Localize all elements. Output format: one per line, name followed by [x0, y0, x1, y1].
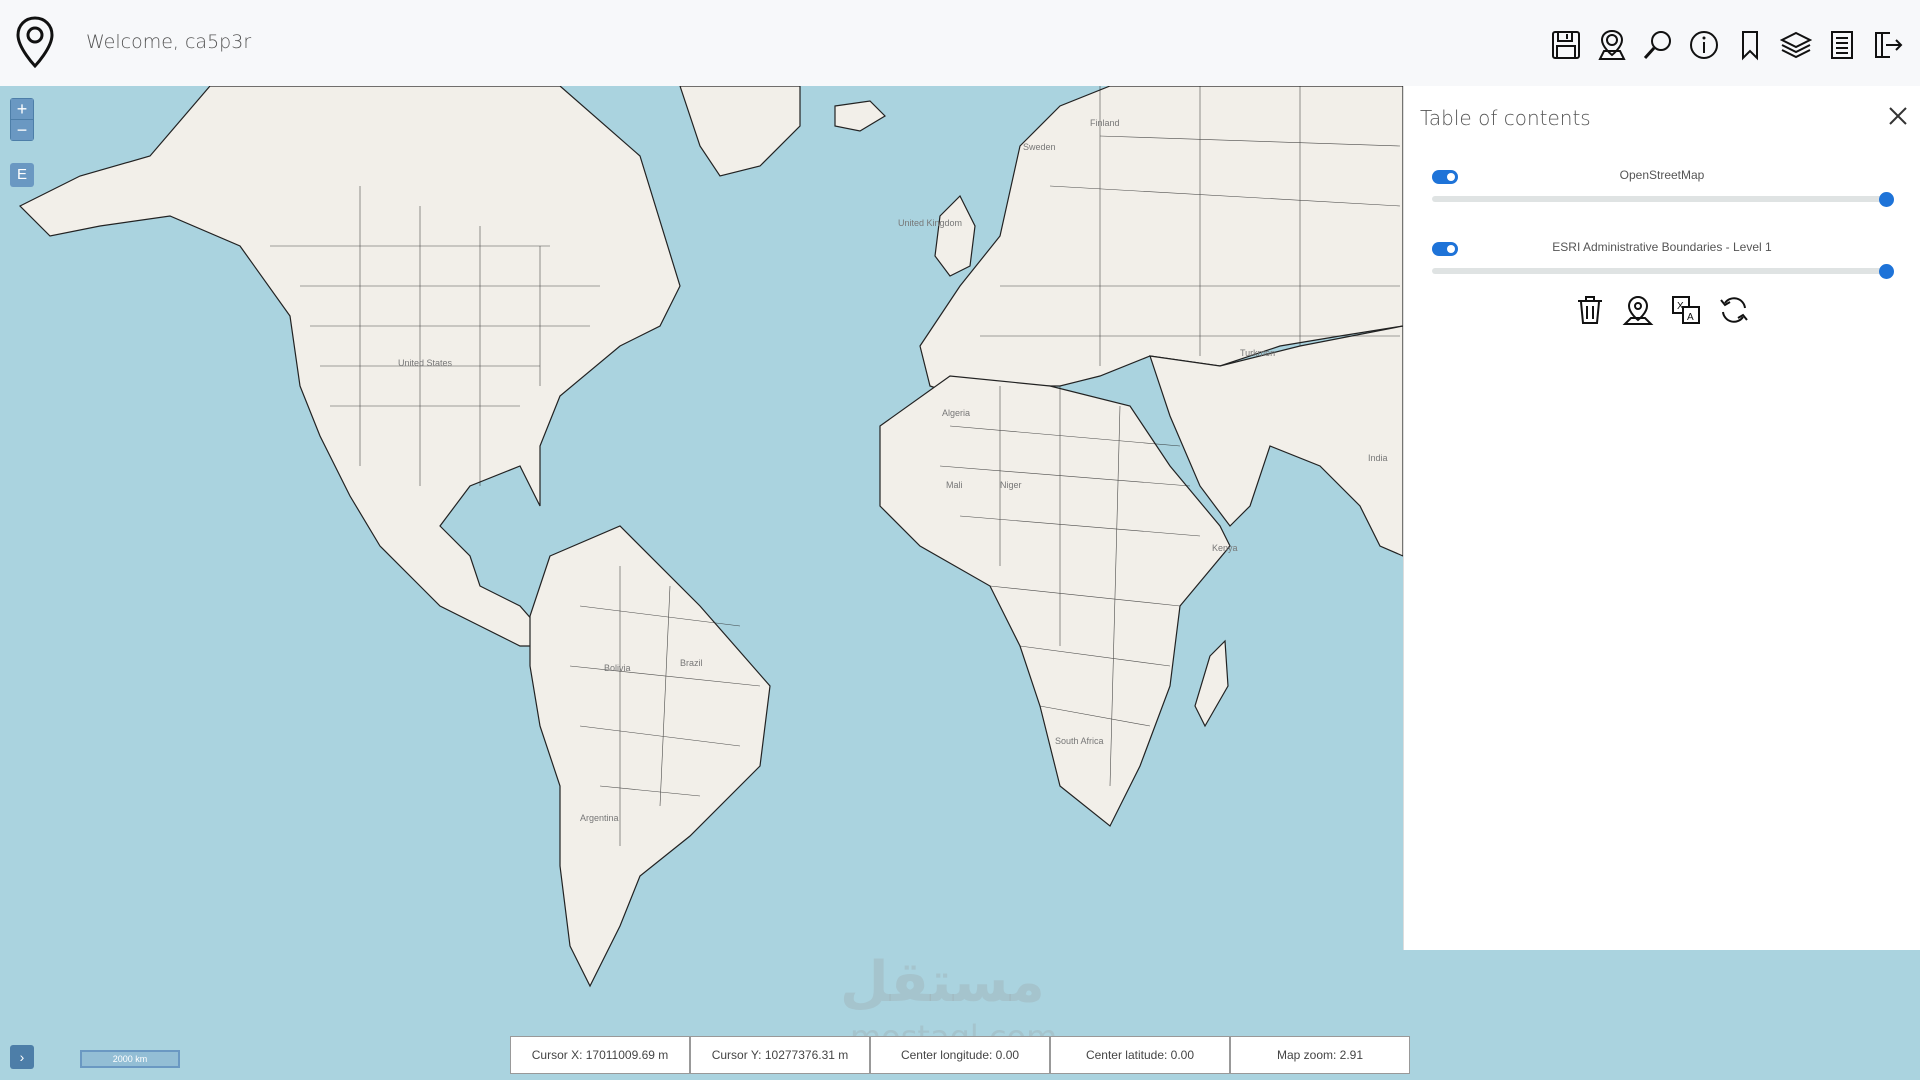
label-niger: Niger	[1000, 480, 1022, 490]
label-india: India	[1368, 453, 1388, 463]
label-bolivia: Bolivia	[604, 663, 631, 673]
main-toolbar	[1550, 28, 1904, 62]
zoom-control: + −	[10, 98, 34, 141]
table-of-contents-panel: Table of contents OpenStreetMap ESRI Adm…	[1403, 86, 1920, 950]
trash-icon	[1578, 296, 1602, 324]
label-sweden: Sweden	[1023, 142, 1056, 152]
user-location-icon	[1598, 29, 1626, 60]
zoom-in-button[interactable]: +	[11, 99, 33, 119]
welcome-text: Welcome, ca5p3r	[86, 31, 252, 53]
watermark-arabic: مستقل	[840, 950, 1045, 1015]
greenland-landmass	[679, 86, 801, 177]
logout-icon	[1875, 32, 1903, 58]
iceland-landmass	[834, 100, 886, 132]
label-mali: Mali	[946, 480, 963, 490]
opacity-slider-thumb[interactable]	[1879, 192, 1894, 207]
toc-actions: XA	[1574, 294, 1750, 328]
expand-button[interactable]: ›	[10, 1045, 34, 1069]
layer-row-esri: ESRI Administrative Boundaries - Level 1	[1432, 238, 1894, 298]
translate-icon: XA	[1672, 296, 1700, 324]
search-button[interactable]	[1642, 28, 1674, 62]
label-turkmen: Turkmen	[1240, 348, 1275, 358]
app-header: Welcome, ca5p3r	[0, 0, 1920, 86]
translate-button[interactable]: XA	[1670, 294, 1702, 328]
opacity-slider-track[interactable]	[1432, 196, 1886, 202]
zoom-out-button[interactable]: −	[11, 120, 33, 140]
zoom-to-layer-button[interactable]	[1622, 294, 1654, 328]
south-america-landmass	[529, 525, 771, 988]
label-argentina: Argentina	[580, 813, 619, 823]
uk-landmass	[934, 194, 976, 277]
label-united-states: United States	[398, 358, 453, 368]
svg-text:X: X	[1677, 301, 1684, 312]
layers-icon	[1780, 31, 1812, 59]
layers-button[interactable]	[1780, 28, 1812, 62]
search-icon	[1643, 31, 1671, 60]
label-kenya: Kenya	[1212, 543, 1238, 553]
extent-button[interactable]: E	[10, 163, 34, 187]
close-icon[interactable]	[1886, 104, 1910, 128]
scale-bar: 2000 km	[80, 1050, 180, 1068]
location-pin-icon	[1622, 295, 1654, 325]
label-south-africa: South Africa	[1055, 736, 1104, 746]
bookmark-icon	[1742, 31, 1758, 61]
layer-name: OpenStreetMap	[1619, 168, 1705, 182]
user-location-button[interactable]	[1596, 28, 1628, 62]
label-finland: Finland	[1090, 118, 1120, 128]
list-icon	[1831, 31, 1853, 59]
logout-button[interactable]	[1872, 28, 1904, 62]
bookmark-button[interactable]	[1734, 28, 1766, 62]
refresh-icon	[1720, 297, 1748, 323]
layer-name: ESRI Administrative Boundaries - Level 1	[1552, 240, 1772, 254]
label-brazil: Brazil	[680, 658, 703, 668]
save-icon	[1552, 31, 1580, 59]
label-united-kingdom: United Kingdom	[898, 218, 962, 228]
opacity-slider-track[interactable]	[1432, 268, 1886, 274]
info-button[interactable]	[1688, 28, 1720, 62]
info-icon	[1690, 31, 1718, 59]
center-longitude-readout: Center longitude: 0.00	[870, 1036, 1050, 1074]
center-latitude-readout: Center latitude: 0.00	[1050, 1036, 1230, 1074]
opacity-slider-thumb[interactable]	[1879, 264, 1894, 279]
status-bar: Cursor X: 17011009.69 m Cursor Y: 102773…	[510, 1036, 1410, 1074]
save-button[interactable]	[1550, 28, 1582, 62]
madagascar-landmass	[1194, 639, 1229, 728]
refresh-button[interactable]	[1718, 294, 1750, 328]
toc-title: Table of contents	[1420, 106, 1591, 130]
map-zoom-readout: Map zoom: 2.91	[1230, 1036, 1410, 1074]
list-button[interactable]	[1826, 28, 1858, 62]
delete-layer-button[interactable]	[1574, 294, 1606, 328]
africa-landmass	[879, 375, 1231, 827]
cursor-x-readout: Cursor X: 17011009.69 m	[510, 1036, 690, 1074]
label-algeria: Algeria	[942, 408, 970, 418]
map-pin-logo-icon	[16, 16, 54, 69]
layer-row-osm: OpenStreetMap	[1432, 166, 1894, 226]
svg-text:A: A	[1687, 312, 1694, 323]
cursor-y-readout: Cursor Y: 10277376.31 m	[690, 1036, 870, 1074]
